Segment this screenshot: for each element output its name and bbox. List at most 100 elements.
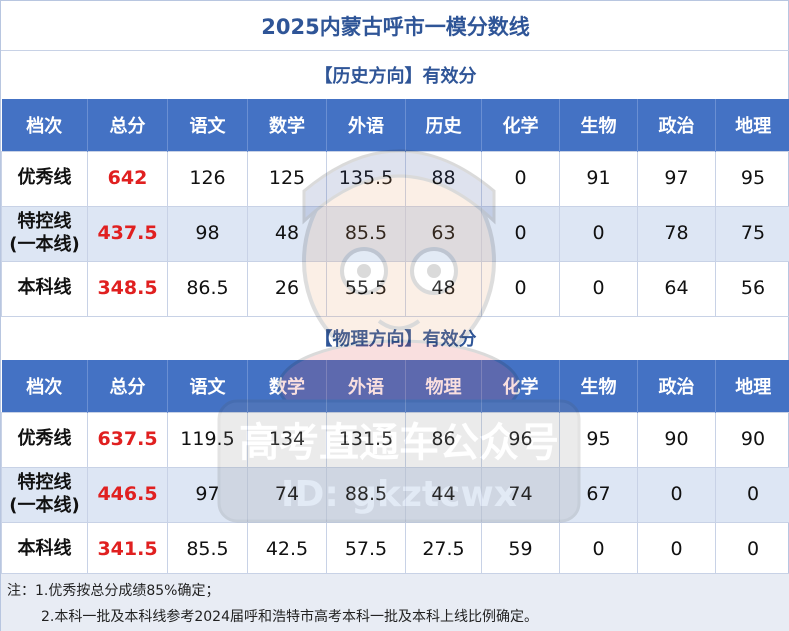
col-header: 物理 [405,360,482,412]
col-header: 语文 [167,99,248,151]
page-title: 2025内蒙古呼市一模分数线 [1,1,789,51]
tier-label: 本科线 [1,260,88,317]
footnote-line: 2.本科一批及本科线参考2024届呼和浩特市高考本科一批及本科上线比例确定。 [41,609,538,625]
subject-score: 57.5 [326,521,406,578]
col-header: 化学 [481,360,560,412]
subject-score: 91 [559,150,638,207]
col-header: 政治 [637,99,716,151]
tier-label-line: 特控线 [17,472,72,493]
subject-score: 55.5 [326,260,406,317]
history-score-table: 档次 总分 语文 数学 外语 历史 化学 生物 政治 地理 优秀线 642 12… [1,99,789,317]
tier-label-line: (一本线) [9,233,80,255]
subject-score: 64 [637,260,716,317]
col-header: 总分 [87,99,168,151]
subject-score: 86 [405,411,482,468]
col-header: 地理 [715,360,789,412]
total-score: 437.5 [87,205,168,262]
subject-score: 44 [405,466,482,523]
subject-score: 56 [715,260,789,317]
col-header: 数学 [247,99,327,151]
subject-score: 96 [481,411,560,468]
subject-score: 88 [405,150,482,207]
table-row: 本科线 348.5 86.5 26 55.5 48 0 0 64 56 [1,260,789,317]
subject-score: 95 [715,150,789,207]
total-score: 446.5 [87,466,168,523]
col-header: 政治 [637,360,716,412]
subject-score: 125 [247,150,327,207]
table-row: 本科线 341.5 85.5 42.5 57.5 27.5 59 0 0 0 [1,521,789,578]
subject-score: 26 [247,260,327,317]
subject-score: 119.5 [167,411,248,468]
subject-score: 48 [405,260,482,317]
subject-score: 74 [481,466,560,523]
col-header: 数学 [247,360,327,412]
subject-score: 75 [715,205,789,262]
subject-score: 67 [559,466,638,523]
subject-score: 135.5 [326,150,406,207]
col-header: 历史 [405,99,482,151]
tier-label-line: 特控线 [17,211,72,232]
table-header-row: 档次 总分 语文 数学 外语 历史 化学 生物 政治 地理 [1,99,789,151]
subject-score: 74 [247,466,327,523]
col-header: 化学 [481,99,560,151]
footnote-line: 注：1.优秀按总分成绩85%确定； [7,583,220,599]
col-header: 外语 [326,360,406,412]
subject-score: 0 [559,205,638,262]
subject-score: 86.5 [167,260,248,317]
tier-label-line: (一本线) [9,494,80,516]
table-row: 特控线 (一本线) 446.5 97 74 88.5 44 74 67 0 0 [1,466,789,523]
subject-score: 97 [167,466,248,523]
col-header: 地理 [715,99,789,151]
subject-score: 126 [167,150,248,207]
col-header: 生物 [559,99,638,151]
col-header: 语文 [167,360,248,412]
table-row: 优秀线 637.5 119.5 134 131.5 86 96 95 90 90 [1,411,789,468]
tier-label: 特控线 (一本线) [1,466,88,523]
footnote: 注：1.优秀按总分成绩85%确定； 2.本科一批及本科线参考2024届呼和浩特市… [1,573,789,631]
table-row: 特控线 (一本线) 437.5 98 48 85.5 63 0 0 78 75 [1,205,789,262]
subject-score: 134 [247,411,327,468]
total-score: 341.5 [87,521,168,578]
physics-section-heading: 【物理方向】有效分 [314,329,477,350]
subject-score: 0 [481,260,560,317]
col-header: 生物 [559,360,638,412]
subject-score: 0 [715,466,789,523]
subject-score: 90 [637,411,716,468]
col-header: 外语 [326,99,406,151]
subject-score: 0 [481,205,560,262]
subject-score: 95 [559,411,638,468]
table-row: 优秀线 642 126 125 135.5 88 0 91 97 95 [1,150,789,207]
subject-score: 48 [247,205,327,262]
tier-label: 优秀线 [1,411,88,468]
subject-score: 0 [637,521,716,578]
subject-score: 0 [637,466,716,523]
subject-score: 63 [405,205,482,262]
subject-score: 85.5 [167,521,248,578]
subject-score: 88.5 [326,466,406,523]
subject-score: 0 [559,521,638,578]
tier-label: 特控线 (一本线) [1,205,88,262]
subject-score: 59 [481,521,560,578]
subject-score: 27.5 [405,521,482,578]
subject-score: 90 [715,411,789,468]
col-header: 档次 [1,99,88,151]
col-header: 总分 [87,360,168,412]
subject-score: 0 [715,521,789,578]
subject-score: 97 [637,150,716,207]
subject-score: 85.5 [326,205,406,262]
subject-score: 98 [167,205,248,262]
history-section-heading: 【历史方向】有效分 [314,66,477,87]
total-score: 637.5 [87,411,168,468]
tier-label: 优秀线 [1,150,88,207]
col-header: 档次 [1,360,88,412]
total-score: 348.5 [87,260,168,317]
subject-score: 131.5 [326,411,406,468]
total-score: 642 [87,150,168,207]
subject-score: 0 [559,260,638,317]
subject-score: 0 [481,150,560,207]
subject-score: 78 [637,205,716,262]
table-header-row: 档次 总分 语文 数学 外语 物理 化学 生物 政治 地理 [1,360,789,412]
tier-label: 本科线 [1,521,88,578]
subject-score: 42.5 [247,521,327,578]
score-sheet: 2025内蒙古呼市一模分数线 【历史方向】有效分 档次 总分 语文 数学 外语 … [0,0,789,631]
